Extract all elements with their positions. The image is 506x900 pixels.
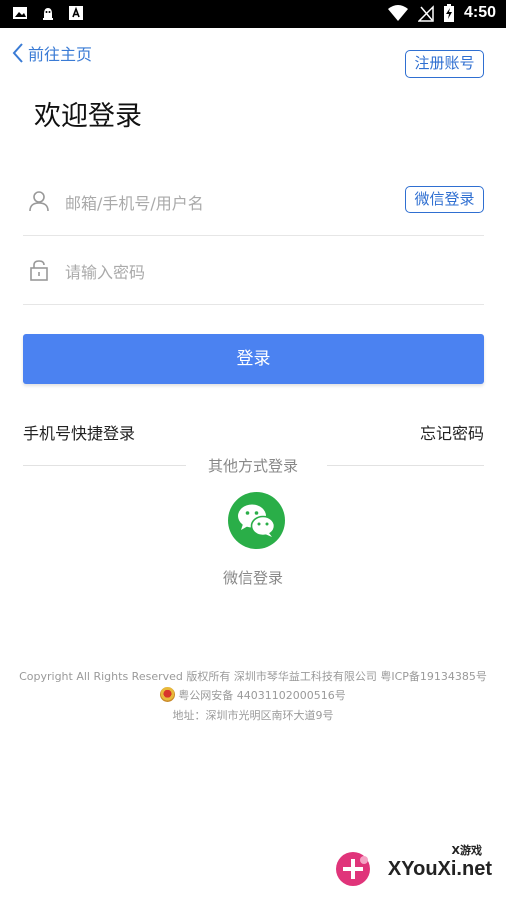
watermark-main-text: XYouXi.net (387, 858, 492, 880)
password-field-row (23, 237, 484, 305)
password-input[interactable] (63, 255, 397, 289)
gamepad-logo-icon (336, 852, 370, 886)
back-to-home-link[interactable]: 前往主页 (12, 40, 92, 66)
battery-charging-icon (443, 4, 454, 22)
lock-icon (30, 260, 48, 281)
wechat-icon (238, 504, 276, 537)
other-methods-label: 其他方式登录 (207, 457, 298, 475)
status-system-icons: 4:50 (387, 4, 496, 22)
page-title: 欢迎登录 (34, 101, 142, 132)
police-record-line: 粤公网安备 44031102000516号 (0, 687, 506, 703)
login-button[interactable]: 登录 (23, 334, 484, 384)
signal-icon (417, 5, 434, 22)
watermark: X游戏 XYouXi.net (334, 842, 498, 892)
police-badge-icon (160, 687, 176, 702)
back-label: 前往主页 (28, 45, 93, 64)
copyright-text: Copyright All Rights Reserved 版权所有 深圳市琴华… (19, 670, 487, 683)
android-notification-icon (43, 8, 53, 20)
status-notification-icons (12, 5, 84, 21)
chevron-left-icon (12, 43, 23, 63)
username-input[interactable] (63, 186, 397, 220)
police-record-text: 粤公网安备 44031102000516号 (178, 689, 346, 702)
forgot-password-link[interactable]: 忘记密码 (420, 420, 484, 444)
register-button[interactable]: 注册账号 (405, 50, 484, 78)
wifi-icon (387, 5, 408, 21)
status-time: 4:50 (463, 4, 496, 21)
wechat-login-label: 微信登录 (222, 569, 283, 587)
user-icon (29, 191, 49, 212)
status-bar: 4:50 (0, 0, 506, 28)
watermark-small-text: X游戏 (451, 844, 482, 857)
phone-quick-login-link[interactable]: 手机号快捷登录 (23, 420, 135, 444)
image-notification-icon (13, 7, 27, 19)
address-text: 地址：深圳市光明区南环大道9号 (172, 709, 334, 722)
text-notification-icon (69, 6, 83, 20)
wechat-login-small-button[interactable]: 微信登录 (405, 186, 484, 213)
wechat-login-button[interactable] (228, 492, 285, 549)
